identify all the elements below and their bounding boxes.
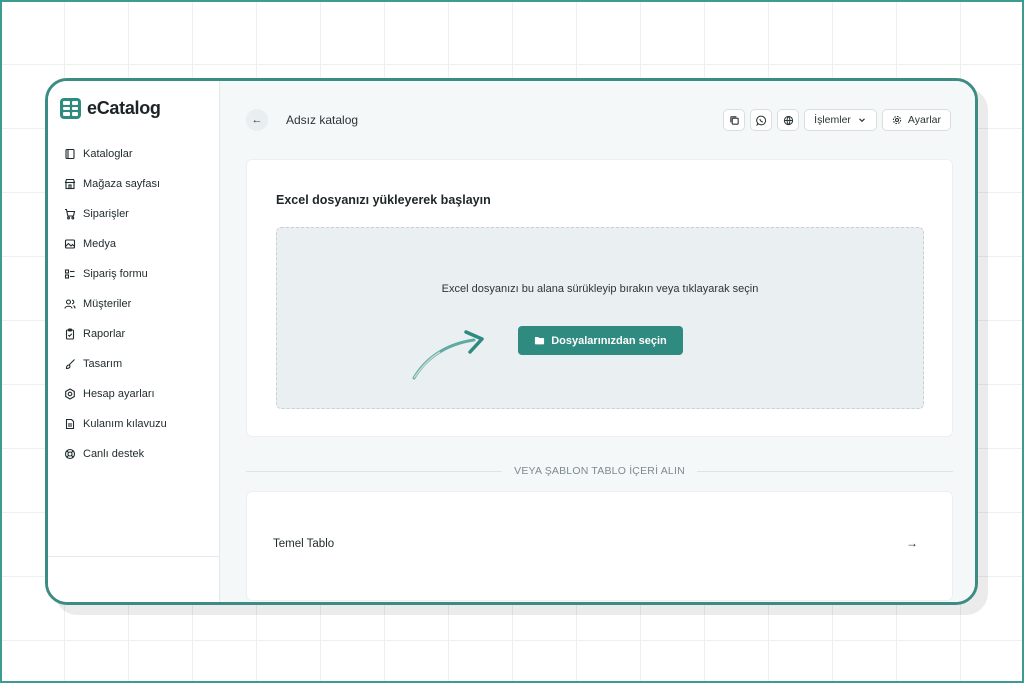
sidebar-nav: Kataloglar Mağaza sayfası Siparişler Med… xyxy=(64,139,214,469)
sidebar-item-raporlar[interactable]: Raporlar xyxy=(64,319,214,349)
whatsapp-button[interactable] xyxy=(750,109,773,131)
copy-button[interactable] xyxy=(723,109,746,131)
logo-grid-icon xyxy=(60,98,81,119)
or-divider: VEYA ŞABLON TABLO İÇERİ ALIN xyxy=(246,464,953,478)
globe-share-icon xyxy=(783,115,793,125)
whatsapp-icon xyxy=(755,115,766,126)
settings-button-label: Ayarlar xyxy=(907,114,941,126)
sidebar-item-label: Mağaza sayfası xyxy=(83,178,161,190)
sidebar-item-musteriler[interactable]: Müşteriler xyxy=(64,289,214,319)
sidebar-item-label: Medya xyxy=(83,238,117,250)
sidebar-item-siparis-formu[interactable]: Sipariş formu xyxy=(64,259,214,289)
folder-icon xyxy=(535,337,545,345)
app-name: eCatalog xyxy=(87,98,161,118)
gear-icon xyxy=(892,115,902,125)
sidebar: eCatalog Kataloglar Mağaza sayfası Sipar… xyxy=(48,81,220,602)
image-icon xyxy=(64,238,76,250)
actions-dropdown[interactable]: İşlemler xyxy=(804,109,877,131)
clipboard-icon xyxy=(64,328,76,340)
divider-text: VEYA ŞABLON TABLO İÇERİ ALIN xyxy=(514,465,685,477)
sidebar-item-label: Kataloglar xyxy=(83,148,133,160)
copy-icon xyxy=(729,115,739,125)
cart-icon xyxy=(64,208,76,220)
sidebar-item-hesap-ayarlari[interactable]: Hesap ayarları xyxy=(64,379,214,409)
file-dropzone[interactable]: Excel dosyanızı bu alana sürükleyip bıra… xyxy=(276,227,924,409)
sidebar-item-kataloglar[interactable]: Kataloglar xyxy=(64,139,214,169)
upload-card: Excel dosyanızı yükleyerek başlayın Exce… xyxy=(246,159,953,437)
sidebar-item-label: Kulanım kılavuzu xyxy=(83,418,167,430)
sidebar-item-kulanim-kilavuzu[interactable]: Kulanım kılavuzu xyxy=(64,409,214,439)
back-arrow-icon: ← xyxy=(251,114,263,126)
sidebar-item-label: Sipariş formu xyxy=(83,268,148,280)
form-icon xyxy=(64,268,76,280)
curved-arrow-icon xyxy=(412,330,484,380)
choose-files-label: Dosyalarınızdan seçin xyxy=(551,334,667,347)
header-actions: İşlemler Ayarlar xyxy=(723,109,951,131)
template-card-temel-tablo[interactable]: Temel Tablo → xyxy=(246,491,953,601)
settings-button[interactable]: Ayarlar xyxy=(881,109,951,131)
lifebuoy-icon xyxy=(64,448,76,460)
dropzone-instructions: Excel dosyanızı bu alana sürükleyip bıra… xyxy=(441,283,759,295)
sidebar-item-magaza-sayfasi[interactable]: Mağaza sayfası xyxy=(64,169,214,199)
sidebar-item-label: Raporlar xyxy=(83,328,126,340)
sidebar-footer xyxy=(48,556,219,602)
sidebar-item-label: Canlı destek xyxy=(83,448,145,460)
topbar: ← Adsız katalog İşlemler Ayarlar xyxy=(246,107,951,133)
sidebar-item-medya[interactable]: Medya xyxy=(64,229,214,259)
share-button[interactable] xyxy=(777,109,800,131)
sidebar-item-label: Hesap ayarları xyxy=(83,388,155,400)
back-button[interactable]: ← xyxy=(246,109,268,131)
main-content: ← Adsız katalog İşlemler Ayarlar Excel d… xyxy=(220,81,975,602)
sidebar-item-label: Siparişler xyxy=(83,208,129,220)
sidebar-item-label: Tasarım xyxy=(83,358,123,370)
upload-title: Excel dosyanızı yükleyerek başlayın xyxy=(276,193,491,207)
actions-dropdown-label: İşlemler xyxy=(814,114,851,126)
settings-icon xyxy=(64,388,76,400)
sidebar-item-tasarim[interactable]: Tasarım xyxy=(64,349,214,379)
users-icon xyxy=(64,298,76,310)
brush-icon xyxy=(64,358,76,370)
arrow-right-icon: → xyxy=(906,536,918,550)
choose-files-button[interactable]: Dosyalarınızdan seçin xyxy=(518,326,683,355)
sidebar-item-label: Müşteriler xyxy=(83,298,132,310)
document-icon xyxy=(64,418,76,430)
page-title: Adsız katalog xyxy=(286,113,359,127)
chevron-down-icon xyxy=(858,118,865,123)
sidebar-item-canli-destek[interactable]: Canlı destek xyxy=(64,439,214,469)
sidebar-item-siparisler[interactable]: Siparişler xyxy=(64,199,214,229)
book-icon xyxy=(64,148,76,160)
template-name: Temel Tablo xyxy=(273,538,335,550)
store-icon xyxy=(64,178,76,190)
app-window: eCatalog Kataloglar Mağaza sayfası Sipar… xyxy=(45,78,978,605)
logo[interactable]: eCatalog xyxy=(60,98,161,119)
